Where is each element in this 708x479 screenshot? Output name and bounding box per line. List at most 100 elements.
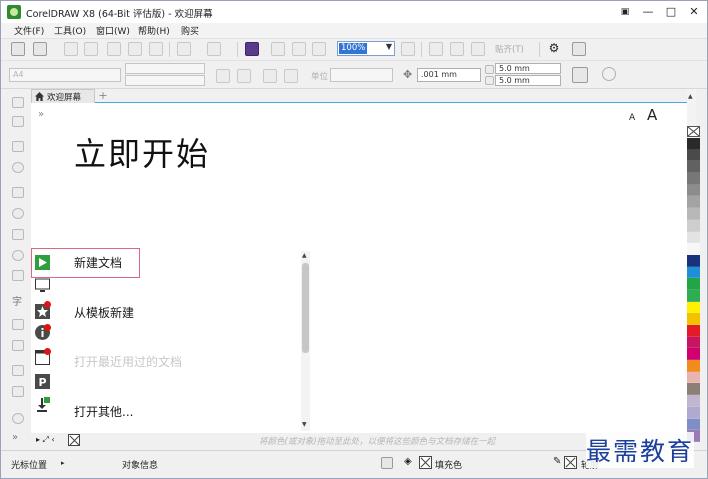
transparency-tool-icon[interactable] [12,386,24,397]
color-swatch[interactable] [687,371,700,384]
snap-to-dropdown[interactable]: 贴齐(T) [495,43,524,55]
menu-file[interactable]: 文件(F) [14,24,44,37]
color-swatch[interactable] [687,196,700,209]
color-proof-icon[interactable] [381,457,393,469]
drop-shadow-tool-icon[interactable] [12,365,24,376]
artistic-media-tool-icon[interactable] [12,208,24,219]
close-button[interactable]: ✕ [683,4,705,20]
undo-icon[interactable] [177,42,191,56]
copy-icon[interactable] [128,42,142,56]
print-icon[interactable] [84,42,98,56]
rulers-icon[interactable] [429,42,443,56]
outline-none-swatch[interactable] [564,456,577,469]
page-width-field[interactable] [125,63,205,74]
grid-icon[interactable] [450,42,464,56]
scroll-up-icon[interactable]: ▲ [688,93,693,100]
collapse-panel-icon[interactable]: » [38,109,44,120]
color-swatch[interactable] [687,278,700,290]
menu-help[interactable]: 帮助(H) [138,24,170,37]
color-swatch[interactable] [687,173,700,185]
maximize-button[interactable]: □ [660,4,682,20]
menu-window[interactable]: 窗口(W) [96,24,130,37]
crop-tool-icon[interactable] [12,141,24,152]
color-swatch[interactable] [687,348,700,361]
color-swatch[interactable] [687,208,700,220]
new-document-icon[interactable] [11,42,25,56]
color-swatch[interactable] [687,243,700,255]
scroll-up-icon[interactable]: ▲ [302,252,307,259]
color-swatch[interactable] [687,395,700,407]
portrait-icon[interactable] [216,69,230,83]
color-swatch[interactable] [687,313,700,325]
menu-buy[interactable]: 购买 [181,24,199,37]
zoom-level-dropdown[interactable]: 100% ▼ [337,41,395,56]
color-swatch[interactable] [687,406,700,419]
add-tool-icon[interactable] [12,413,24,424]
zoom-tool-icon[interactable] [12,162,24,173]
welcome-scrollbar[interactable]: ▲ ▼ [301,251,310,431]
cut-icon[interactable] [107,42,121,56]
tab-welcome-screen[interactable]: 欢迎屏幕 [31,89,95,103]
publish-pdf-icon[interactable] [312,42,326,56]
all-pages-icon[interactable] [263,69,277,83]
current-page-icon[interactable] [284,69,298,83]
add-page-icon[interactable] [602,67,616,81]
palette-arrows-icon[interactable]: ▸ ⤢ ‹ [36,435,55,445]
landscape-icon[interactable] [237,69,251,83]
no-color-icon[interactable] [68,434,80,446]
page-frame-icon[interactable] [572,67,588,83]
download-update-icon[interactable] [35,397,50,412]
toolbox-expand-icon[interactable]: » [12,432,18,443]
color-swatch[interactable] [687,219,700,232]
color-swatch[interactable] [687,266,700,279]
color-swatch[interactable] [687,149,700,162]
play-icon[interactable] [35,255,50,270]
menu-tools[interactable]: 工具(O) [54,24,86,37]
color-swatch[interactable] [687,231,700,244]
page-size-dropdown[interactable]: A4 [9,68,121,82]
help-icon[interactable]: ▣ [614,4,636,20]
full-screen-icon[interactable] [401,42,415,56]
color-swatch[interactable] [687,383,700,396]
open-other-link[interactable]: 打开其他... [74,403,133,420]
color-swatch[interactable] [687,289,700,302]
add-tab-button[interactable]: + [97,90,109,102]
application-launcher-icon[interactable] [572,42,586,56]
shape-tool-icon[interactable] [12,116,24,127]
rectangle-tool-icon[interactable] [12,229,24,240]
color-swatch[interactable] [687,360,700,372]
ellipse-tool-icon[interactable] [12,250,24,261]
parallel-dimension-tool-icon[interactable] [12,319,24,330]
freehand-tool-icon[interactable] [12,187,24,198]
color-swatch[interactable] [687,254,700,267]
color-swatch[interactable] [687,336,700,349]
fill-none-swatch[interactable] [419,456,432,469]
color-swatch[interactable] [687,418,700,431]
connector-tool-icon[interactable] [12,340,24,351]
redo-icon[interactable] [207,42,221,56]
pick-tool-icon[interactable] [12,97,24,108]
options-gear-icon[interactable]: ⚙ [547,42,561,56]
export-icon[interactable] [292,42,306,56]
font-size-large-button[interactable]: A [647,106,657,124]
page-height-field[interactable] [125,75,205,86]
duplicate-x-field[interactable]: 5.0 mm [495,63,561,74]
new-from-template-link[interactable]: 从模板新建 [74,304,134,321]
corel-connect-icon[interactable] [245,42,259,56]
color-swatch[interactable] [687,184,700,197]
no-color-swatch[interactable] [687,126,700,137]
monitor-icon[interactable] [35,278,50,293]
paste-icon[interactable] [149,42,163,56]
import-icon[interactable] [271,42,285,56]
open-folder-icon[interactable] [33,42,47,56]
scrollbar-thumb[interactable] [302,263,309,353]
text-tool-icon[interactable]: 字 [12,293,22,308]
minimize-button[interactable]: — [637,4,659,20]
guidelines-icon[interactable] [471,42,485,56]
nudge-distance-field[interactable]: .001 mm [417,68,481,82]
new-document-link[interactable]: 新建文档 [74,254,122,271]
duplicate-y-field[interactable]: 5.0 mm [495,75,561,86]
scroll-down-icon[interactable]: ▼ [302,421,307,428]
units-dropdown[interactable] [330,68,393,82]
save-icon[interactable] [64,42,78,56]
